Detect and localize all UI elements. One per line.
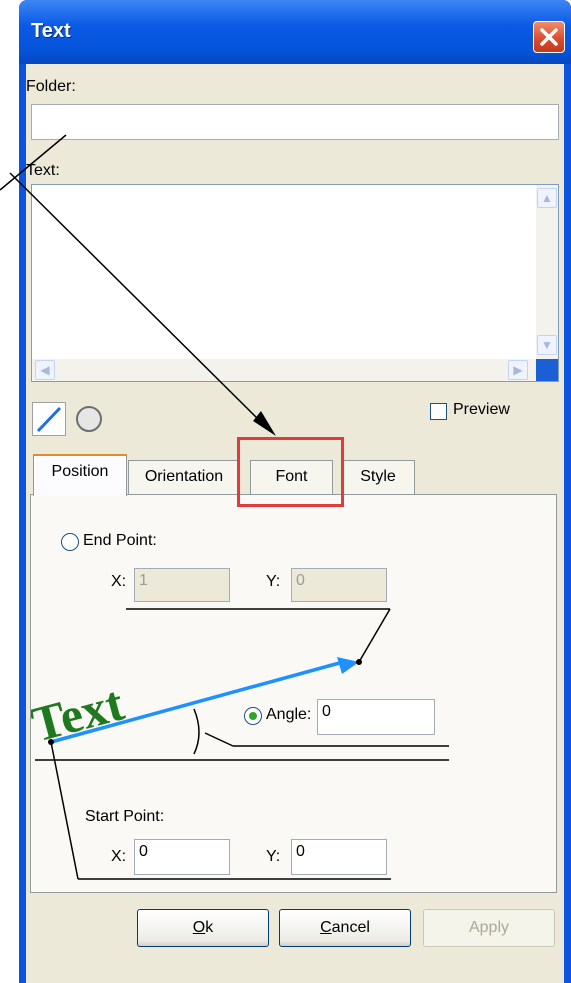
apply-label: Apply <box>468 919 510 936</box>
font-tab-highlight-box <box>237 437 344 507</box>
start-y-label: Y: <box>266 848 281 865</box>
preview-label: Preview <box>453 401 510 418</box>
start-x-input[interactable]: 0 <box>134 839 230 875</box>
scroll-right-icon[interactable]: ▶ <box>508 360 528 380</box>
window-title: Text <box>31 20 71 42</box>
angle-label: Angle: <box>266 706 312 723</box>
ok-button[interactable]: Ok <box>137 909 269 947</box>
cancel-rest: ancel <box>331 919 370 936</box>
angle-value: 0 <box>322 703 331 720</box>
tab-position[interactable]: Position <box>33 454 127 496</box>
vertical-scrollbar[interactable]: ▲ ▼ <box>536 185 558 359</box>
scroll-down-icon[interactable]: ▼ <box>537 335 557 355</box>
folder-label: Folder: <box>26 78 76 95</box>
circle-mode-button[interactable] <box>72 402 106 436</box>
circle-icon <box>76 406 102 432</box>
start-x-value: 0 <box>139 843 148 860</box>
cancel-button[interactable]: Cancel <box>279 909 411 947</box>
start-y-value: 0 <box>296 843 305 860</box>
start-x-label: X: <box>111 848 127 865</box>
angle-radio[interactable] <box>244 707 262 725</box>
scrollbar-corner <box>536 359 558 381</box>
scroll-left-icon[interactable]: ◀ <box>35 360 55 380</box>
ok-mnemonic: O <box>192 919 206 936</box>
text-label: Text: <box>26 162 60 179</box>
horizontal-scrollbar[interactable]: ◀ ▶ <box>32 359 536 381</box>
ok-rest: k <box>205 919 214 936</box>
scroll-up-icon[interactable]: ▲ <box>537 188 557 208</box>
tab-orientation-label: Orientation <box>144 468 224 485</box>
text-input[interactable]: ▲ ▼ ◀ ▶ <box>31 184 559 382</box>
title-bar[interactable]: Text <box>19 0 571 64</box>
position-panel: End Point: X: 1 Y: 0 Text Angle: 0 Start… <box>30 494 557 893</box>
line-icon <box>36 406 62 433</box>
cancel-mnemonic: C <box>320 919 332 936</box>
tab-position-label: Position <box>51 463 109 480</box>
close-icon <box>540 28 558 46</box>
close-button[interactable] <box>533 21 565 53</box>
preview-checkbox[interactable] <box>430 403 447 420</box>
line-mode-button[interactable] <box>32 402 66 436</box>
dialog-client-area: Folder: Text: ▲ ▼ ◀ ▶ Preview Position O… <box>26 64 564 983</box>
tab-style-label: Style <box>360 468 396 485</box>
start-y-input[interactable]: 0 <box>291 839 387 875</box>
diagram-text-sample: Text <box>31 674 130 752</box>
position-diagram: Text <box>31 608 449 880</box>
tab-orientation[interactable]: Orientation <box>128 460 240 494</box>
tab-style[interactable]: Style <box>341 460 415 494</box>
apply-button[interactable]: Apply <box>423 909 555 947</box>
angle-input[interactable]: 0 <box>317 699 435 735</box>
start-point-label: Start Point: <box>85 808 165 825</box>
folder-input[interactable] <box>31 104 559 140</box>
